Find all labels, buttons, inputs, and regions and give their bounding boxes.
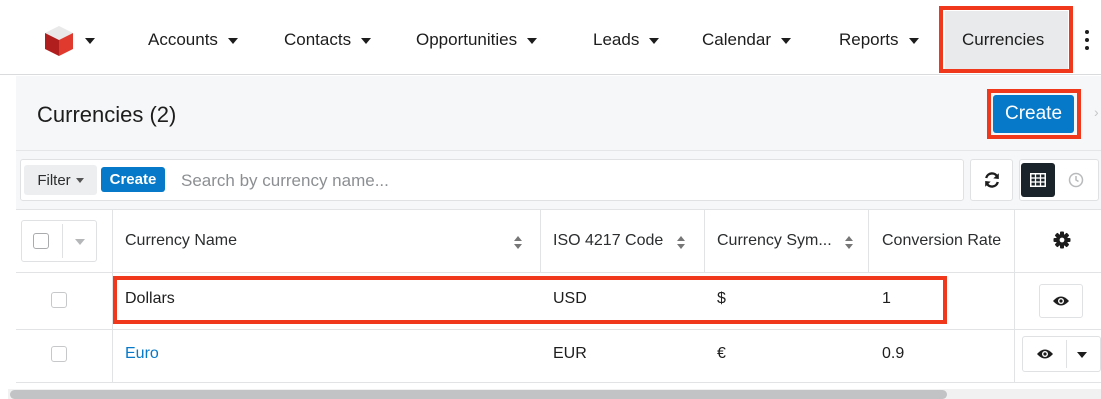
more-menu-icon[interactable] xyxy=(1084,30,1090,50)
create-button[interactable]: Create xyxy=(993,95,1074,133)
column-divider xyxy=(868,209,869,272)
logo-menu-caret-icon[interactable] xyxy=(85,38,95,44)
table-grid-icon xyxy=(1030,173,1046,187)
eye-icon xyxy=(1037,349,1053,359)
chevron-down-icon[interactable] xyxy=(781,38,791,44)
sort-icon[interactable] xyxy=(677,236,686,250)
cell-conversion-rate: 0.9 xyxy=(882,345,905,362)
column-header-currency-name[interactable]: Currency Name xyxy=(125,232,237,250)
search-input[interactable] xyxy=(181,168,881,194)
mass-actions-caret-icon[interactable] xyxy=(75,239,85,245)
create-filter-button[interactable]: Create xyxy=(101,167,165,192)
list-view-button[interactable] xyxy=(1021,163,1055,197)
chevron-down-icon[interactable] xyxy=(227,38,238,44)
gear-icon[interactable] xyxy=(1053,231,1071,249)
row-actions-caret-icon[interactable] xyxy=(1077,352,1087,358)
filter-button[interactable]: Filter xyxy=(24,165,97,195)
cell-conversion-rate: 1 xyxy=(882,290,891,307)
refresh-icon xyxy=(984,172,999,188)
column-header-currency-symbol[interactable]: Currency Sym... xyxy=(717,232,832,250)
nav-item-calendar[interactable]: Calendar xyxy=(702,30,791,50)
sort-icon[interactable] xyxy=(845,236,854,250)
cell-currency-name: Dollars xyxy=(125,290,175,307)
chevron-right-icon[interactable]: › xyxy=(1094,104,1099,120)
chevron-down-icon[interactable] xyxy=(361,38,372,44)
split-button-divider xyxy=(1066,340,1067,368)
preview-button[interactable] xyxy=(1023,337,1067,371)
highlight-dollars-row xyxy=(113,276,947,324)
table-top-border xyxy=(16,209,1101,210)
table-header-border xyxy=(16,272,1101,273)
nav-item-leads[interactable]: Leads xyxy=(593,30,660,50)
nav-item-reports[interactable]: Reports xyxy=(839,30,919,50)
row-divider xyxy=(16,329,1101,330)
cell-currency-name-link[interactable]: Euro xyxy=(125,345,159,363)
column-header-conversion-rate[interactable]: Conversion Rate xyxy=(882,232,1001,250)
mass-select-divider xyxy=(62,224,63,258)
nav-item-opportunities[interactable]: Opportunities xyxy=(416,30,538,50)
page-title: Currencies (2) xyxy=(37,102,177,127)
column-divider xyxy=(1014,209,1015,383)
select-all-checkbox[interactable] xyxy=(33,233,49,249)
row-divider xyxy=(16,382,1101,383)
column-divider xyxy=(704,209,705,272)
cell-iso-code: USD xyxy=(553,290,587,307)
column-divider xyxy=(112,209,113,383)
list-header xyxy=(16,76,1101,151)
eye-icon xyxy=(1053,296,1069,306)
cell-iso-code: EUR xyxy=(553,345,587,362)
clock-icon xyxy=(1068,172,1084,188)
chevron-down-icon[interactable] xyxy=(649,38,660,44)
app-logo-icon[interactable] xyxy=(44,25,74,57)
nav-item-accounts[interactable]: Accounts xyxy=(148,30,238,50)
chevron-down-icon[interactable] xyxy=(908,38,919,44)
activity-stream-button[interactable] xyxy=(1066,170,1086,190)
nav-item-currencies-label[interactable]: Currencies xyxy=(962,30,1044,50)
chevron-down-icon xyxy=(75,177,84,183)
chevron-down-icon[interactable] xyxy=(527,38,538,44)
column-divider xyxy=(540,209,541,272)
row-checkbox[interactable] xyxy=(51,346,67,362)
nav-item-contacts[interactable]: Contacts xyxy=(284,30,372,50)
preview-button[interactable] xyxy=(1039,284,1083,318)
sort-icon[interactable] xyxy=(514,236,523,250)
refresh-button[interactable] xyxy=(970,159,1013,201)
horizontal-scrollbar-thumb[interactable] xyxy=(10,390,947,399)
cell-currency-symbol: $ xyxy=(717,290,726,307)
cell-currency-symbol: € xyxy=(717,345,726,362)
column-header-iso-code[interactable]: ISO 4217 Code xyxy=(553,232,663,250)
row-checkbox[interactable] xyxy=(51,292,67,308)
